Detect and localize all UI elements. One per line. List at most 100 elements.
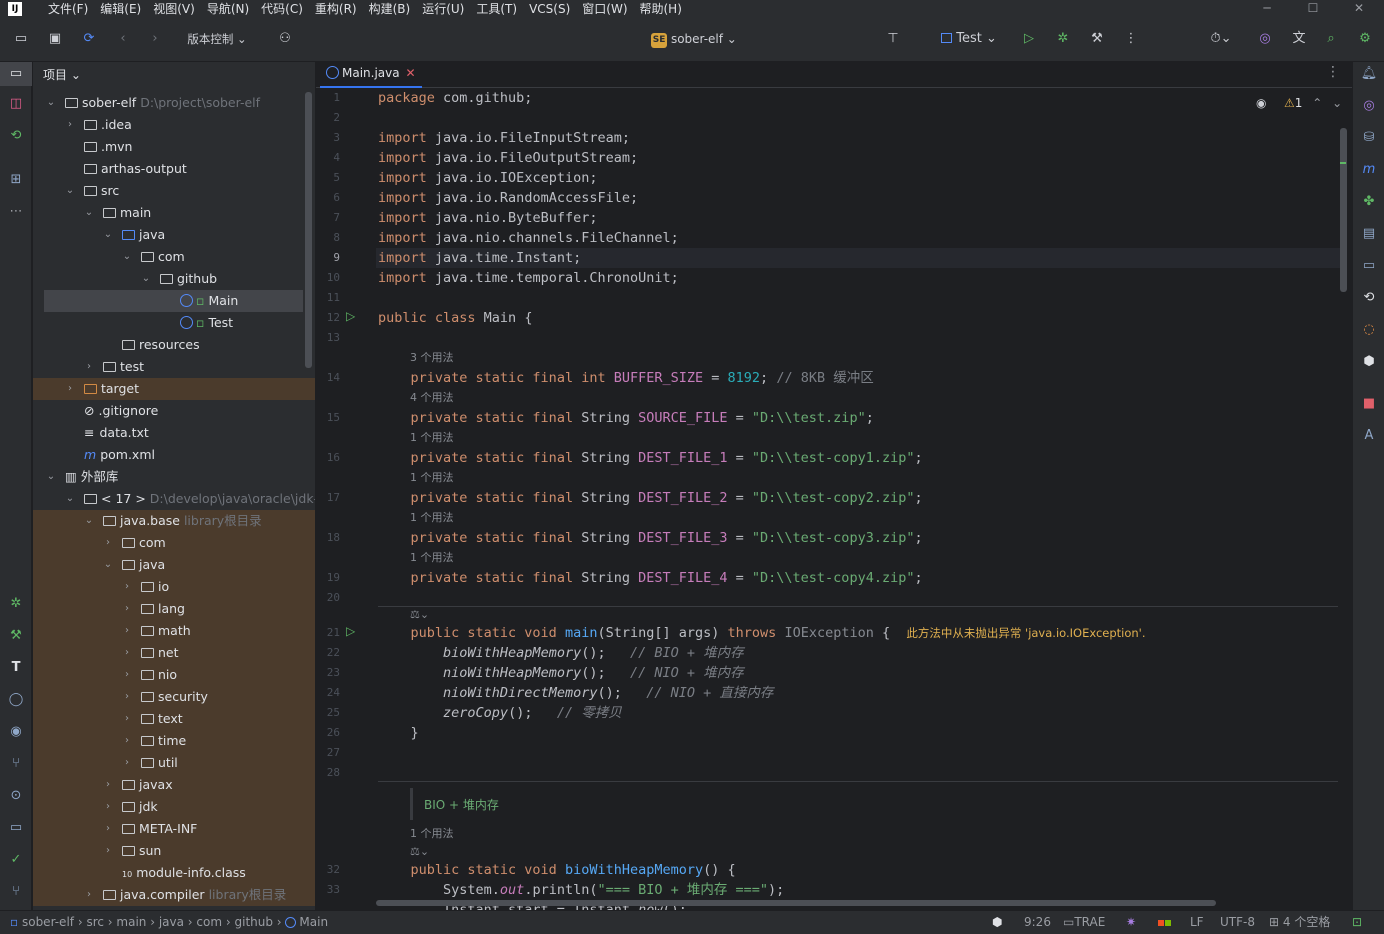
notifications-icon[interactable]: 🔔︎	[1353, 62, 1384, 86]
usage-hint[interactable]: 4 个用法	[410, 389, 454, 407]
tree-node-project-root[interactable]: ⌄ sober-elf D:\project\sober-elf	[33, 92, 315, 114]
ai-chat-icon[interactable]: ◎	[1353, 94, 1384, 118]
sidebar-doc-icon[interactable]: ▤	[1353, 222, 1384, 246]
tree-node-src[interactable]: ⌄ src	[33, 180, 315, 202]
breadcrumb-item[interactable]: Main	[299, 915, 328, 929]
tree-node-lang[interactable]: › lang	[33, 598, 315, 620]
editor-tab-main-java[interactable]: Main.java ✕	[320, 62, 422, 88]
maximize-icon[interactable]: ☐	[1290, 0, 1336, 18]
sync-icon[interactable]: ⟳	[78, 28, 100, 50]
maven-tool-icon[interactable]: m	[1353, 158, 1384, 182]
tree-node-jdk[interactable]: ⌄ < 17 > D:\develop\java\oracle\jdk-1	[33, 488, 315, 510]
structure-tool-icon[interactable]: ⊞	[0, 168, 32, 192]
plugin-icon[interactable]: ✤	[1353, 190, 1384, 214]
menu-code[interactable]: 代码(C)	[255, 0, 309, 18]
menu-run[interactable]: 运行(U)	[416, 0, 470, 18]
tree-node-main-class[interactable]: ▫ Main	[44, 290, 303, 312]
caret-position[interactable]: 9:26	[1024, 911, 1051, 933]
project-switcher[interactable]: SE sober-elf ⌄	[648, 28, 740, 50]
close-tab-icon[interactable]: ✕	[405, 66, 415, 80]
menu-refactor[interactable]: 重构(R)	[309, 0, 363, 18]
settings-icon[interactable]: ⚙	[1354, 28, 1376, 50]
inline-warning[interactable]: 此方法中从未抛出异常 'java.io.IOException'.	[906, 626, 1145, 640]
menu-vcs[interactable]: VCS(S)	[523, 0, 576, 18]
build-tool-icon[interactable]: ⚒	[0, 624, 32, 648]
save-icon[interactable]: ▣	[44, 28, 66, 50]
tree-node-github[interactable]: ⌄ github	[33, 268, 315, 290]
commit-tool-icon[interactable]: ◫	[0, 92, 32, 116]
next-highlight-icon[interactable]: ⌄	[1332, 96, 1342, 110]
tree-node-java-compiler[interactable]: › java.compiler library根目录	[33, 884, 315, 906]
red-plugin-icon[interactable]: ■	[1353, 392, 1384, 416]
tree-node-io[interactable]: › io	[33, 576, 315, 598]
minimize-icon[interactable]: ─	[1244, 0, 1290, 18]
database-icon[interactable]: ⛁	[1353, 126, 1384, 150]
tree-node-time[interactable]: › time	[33, 730, 315, 752]
tree-node-data-txt[interactable]: ≡ data.txt	[33, 422, 315, 444]
editor-hscrollbar[interactable]	[376, 900, 1216, 906]
tree-node-test[interactable]: › test	[33, 356, 315, 378]
project-scrollbar[interactable]	[305, 92, 312, 368]
usage-hint[interactable]: 1 个用法	[410, 469, 454, 487]
tree-node-module-info[interactable]: 10 module-info.class	[33, 862, 315, 884]
prev-highlight-icon[interactable]: ⌃	[1312, 96, 1322, 110]
vcs-log-icon[interactable]: ⑂	[0, 752, 32, 776]
tree-node-com[interactable]: ⌄ com	[33, 246, 315, 268]
tree-node-text[interactable]: › text	[33, 708, 315, 730]
editor-vscrollbar[interactable]	[1340, 128, 1347, 292]
tree-node-security[interactable]: › security	[33, 686, 315, 708]
more-icon[interactable]: ⋮	[1120, 28, 1142, 50]
forward-icon[interactable]: ›	[144, 28, 166, 50]
tree-node-javax[interactable]: › javax	[33, 774, 315, 796]
tree-node-lib-java[interactable]: ⌄ java	[33, 554, 315, 576]
usage-hint[interactable]: 1 个用法	[410, 429, 454, 447]
trae-widget[interactable]: ▭TRAE	[1063, 911, 1105, 933]
tree-node-gitignore[interactable]: ⊘ .gitignore	[33, 400, 315, 422]
usage-hint[interactable]: 1 个用法	[410, 825, 454, 843]
tree-node-arthas-output[interactable]: arthas-output	[33, 158, 315, 180]
tree-node-sun[interactable]: › sun	[33, 840, 315, 862]
ai-agent-icon[interactable]: ⟲	[1353, 286, 1384, 310]
tree-node-idea[interactable]: › .idea	[33, 114, 315, 136]
code-area[interactable]: package com.github; import java.io.FileI…	[378, 88, 1350, 910]
menu-navigate[interactable]: 导航(N)	[201, 0, 255, 18]
tree-node-main[interactable]: ⌄ main	[33, 202, 315, 224]
breadcrumb-item[interactable]: com	[196, 915, 222, 929]
usage-hint[interactable]: 1 个用法	[410, 549, 454, 567]
cube-icon[interactable]: ⬢	[1353, 350, 1384, 374]
tree-node-math[interactable]: › math	[33, 620, 315, 642]
console-icon[interactable]: ▭	[1353, 254, 1384, 278]
problems-tool-icon[interactable]: ✓	[0, 848, 32, 872]
watch-tool-icon[interactable]: ◉	[0, 720, 32, 744]
tree-node-target[interactable]: › target	[33, 378, 315, 400]
run-icon[interactable]: ▷	[1018, 28, 1040, 50]
project-panel-header[interactable]: 项目 ⌄	[43, 65, 81, 85]
close-icon[interactable]: ✕	[1336, 0, 1382, 18]
commit-icon[interactable]: ⊤	[882, 28, 904, 50]
tree-node-jdk-pkg[interactable]: › jdk	[33, 796, 315, 818]
profiler-icon[interactable]: ◌	[1353, 318, 1384, 342]
tree-node-net[interactable]: › net	[33, 642, 315, 664]
file-encoding[interactable]: UTF-8	[1220, 911, 1255, 933]
terminal-text-icon[interactable]: T	[0, 656, 32, 680]
breadcrumb-item[interactable]: sober-elf	[22, 915, 74, 929]
lock-icon[interactable]: ⊡	[1352, 911, 1362, 933]
tree-node-util[interactable]: › util	[33, 752, 315, 774]
debug-tool-icon[interactable]: ✲	[0, 592, 32, 616]
project-tool-icon[interactable]: ▭	[0, 62, 32, 86]
menu-view[interactable]: 视图(V)	[147, 0, 201, 18]
tree-node-pom[interactable]: m pom.xml	[33, 444, 315, 466]
search-icon[interactable]: ⌕	[1320, 28, 1342, 50]
tree-node-java[interactable]: ⌄ java	[33, 224, 315, 246]
chat-tool-icon[interactable]: ◯	[0, 688, 32, 712]
tree-node-nio[interactable]: › nio	[33, 664, 315, 686]
tree-node-test-class[interactable]: ▫ Test	[33, 312, 315, 334]
breadcrumb-item[interactable]: java	[159, 915, 184, 929]
menu-edit[interactable]: 编辑(E)	[94, 0, 147, 18]
usage-hint[interactable]: 3 个用法	[410, 349, 454, 367]
ai-assistant-icon[interactable]: ◎	[1254, 28, 1276, 50]
indent-setting[interactable]: ⊞ 4 个空格	[1269, 911, 1330, 933]
menu-tools[interactable]: 工具(T)	[470, 0, 523, 18]
update-icon[interactable]: ⏱⌄	[1204, 28, 1238, 50]
translate-panel-icon[interactable]: A	[1353, 424, 1384, 448]
